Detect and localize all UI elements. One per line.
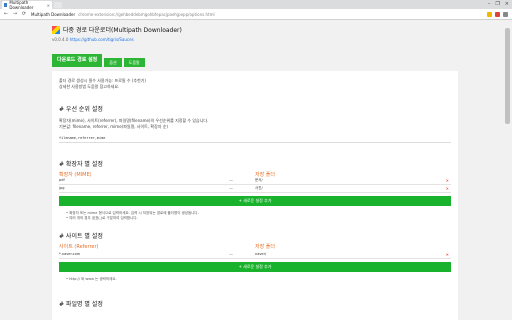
mime-row: pdf — 문서/ ✕ xyxy=(59,177,451,185)
mime-input[interactable]: pdf xyxy=(59,177,65,184)
intro-line: 상세한 사용방법 도움말 참고하세요. xyxy=(59,84,120,89)
site-section-title: # 사이트 별 설정 xyxy=(59,233,103,240)
intro-text: 폴더 경로 생성시 필수 사용가능: 프로필 수 (추천기) 상세한 사용방법 … xyxy=(59,78,146,90)
page-content: 다중 경로 다운로더(Multipath Downloader) v0.0.4.… xyxy=(0,20,512,320)
version-line: v0.0.4.0 https://github.com/tigris/Sauce… xyxy=(52,37,134,42)
arrow-icon: — xyxy=(229,252,233,257)
folder-input[interactable]: 문서/ xyxy=(255,177,263,184)
address-bar: ← → ⟳ Multipath Downloader chrome-extens… xyxy=(0,9,512,20)
site-col-left: 사이트 (Referrer) xyxy=(59,244,99,250)
mime-notes: 확장자 또는 mime 형식으로 입력하세요. 입력 시 저장되는 경로에 폴더… xyxy=(66,211,199,221)
page-header: 다중 경로 다운로더(Multipath Downloader) xyxy=(52,25,182,34)
add-site-rule-button[interactable]: + 새로운 설정 추가 xyxy=(59,262,451,272)
settings-panel: 폴더 경로 생성시 필수 사용가능: 프로필 수 (추천기) 상세한 사용방법 … xyxy=(52,71,458,320)
version-label: v0.0.4.0 xyxy=(52,37,69,42)
menu-icon[interactable] xyxy=(503,11,508,17)
arrow-icon: — xyxy=(229,178,233,183)
page-scrollbar[interactable] xyxy=(503,20,512,320)
star-icon[interactable] xyxy=(487,11,492,17)
add-mime-rule-button[interactable]: + 새로운 설정 추가 xyxy=(59,196,451,206)
site-row: *.naver.com — naver/ ✕ xyxy=(59,251,451,259)
back-icon[interactable]: ← xyxy=(3,11,9,17)
priority-desc-line: 기본값: filename, referrer, mime(파일명, 사이트, … xyxy=(59,124,168,129)
new-tab-button[interactable] xyxy=(54,2,62,8)
tab-close-icon[interactable]: × xyxy=(47,3,50,8)
app-logo-icon xyxy=(52,25,60,34)
arrow-icon: — xyxy=(229,186,233,191)
reload-icon[interactable]: ⟳ xyxy=(21,11,27,17)
browser-tab-strip: Multipath Downloader × – ❐ × xyxy=(0,0,512,10)
site-input[interactable]: *.naver.com xyxy=(59,251,80,258)
minimize-icon[interactable]: – xyxy=(488,1,491,7)
extension-icons xyxy=(487,11,508,17)
mime-section-title: # 확장자 별 설정 xyxy=(59,161,103,168)
tab-help[interactable]: 도움말 xyxy=(123,58,145,67)
mime-row: jpg — 사진/ ✕ xyxy=(59,185,451,193)
window-controls: – ❐ × xyxy=(488,1,509,7)
site-notes: http:// 와 www 는 생략하세요. xyxy=(66,277,116,282)
extension-icon[interactable] xyxy=(495,11,500,17)
note-item: 여러 개의 경우 쉼표(,)로 구분하여 입력합니다. xyxy=(66,216,199,221)
delete-icon[interactable]: ✕ xyxy=(446,251,449,258)
browser-tab[interactable]: Multipath Downloader × xyxy=(2,0,52,10)
page-title: 다중 경로 다운로더(Multipath Downloader) xyxy=(63,27,182,34)
scrollbar-thumb[interactable] xyxy=(505,28,510,124)
filename-section-title: # 파일명 별 설정 xyxy=(59,301,103,308)
tab-download-path[interactable]: 다운로드 경로 설정 xyxy=(52,54,103,67)
folder-input[interactable]: 사진/ xyxy=(255,185,263,192)
delete-icon[interactable]: ✕ xyxy=(446,185,449,192)
options-tabs: 다운로드 경로 설정 옵션 도움말 xyxy=(52,54,145,67)
mime-input[interactable]: jpg xyxy=(59,185,64,192)
folder-input[interactable]: naver/ xyxy=(255,251,266,258)
window-close-icon[interactable]: × xyxy=(505,1,509,7)
priority-description: 확장자(mime), 사이트(referrer), 파일명(filename)의… xyxy=(59,118,208,130)
maximize-icon[interactable]: ❐ xyxy=(495,1,499,7)
url-path: chrome-extension://gehbeddebmgohbfepacjp… xyxy=(78,11,215,17)
priority-input[interactable]: filename,referrer,mime xyxy=(59,135,451,143)
tab-options[interactable]: 옵션 xyxy=(104,58,122,67)
note-item: http:// 와 www 는 생략하세요. xyxy=(66,277,116,282)
page-title-in-url: Multipath Downloader xyxy=(31,11,76,17)
repo-link[interactable]: https://github.com/tigris/Sauces xyxy=(70,37,134,42)
site-col-right: 저장 폴더 xyxy=(255,244,275,250)
delete-icon[interactable]: ✕ xyxy=(446,177,449,184)
page-favicon-icon xyxy=(4,3,8,7)
forward-icon[interactable]: → xyxy=(12,11,18,17)
url-field[interactable]: Multipath Downloader chrome-extension://… xyxy=(31,12,215,17)
priority-section-title: # 우선 순위 설정 xyxy=(59,106,103,113)
